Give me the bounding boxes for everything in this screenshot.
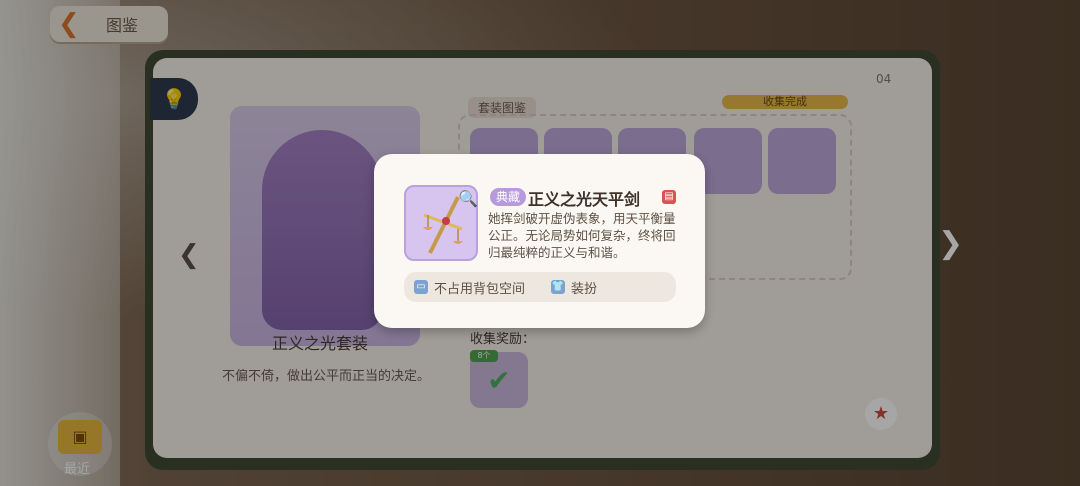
item-info-row: ▭ 不占用背包空间 👕 装扮 [404, 272, 676, 302]
item-description: 她挥剑破开虚伪表象，用天平衡量公正。无论局势如何复杂，终将回归最纯粹的正义与和谐… [488, 211, 676, 260]
info-storage: ▭ 不占用背包空间 [414, 278, 525, 297]
item-detail-popup: 🔍 典藏 正义之光天平剑 ▤ 她挥剑破开虚伪表象，用天平衡量公正。无论局势如何复… [374, 154, 705, 328]
rarity-tag: 典藏 [490, 188, 527, 206]
item-icon-frame: 🔍 [404, 185, 478, 261]
info-outfit-label: 装扮 [571, 281, 598, 297]
gift-icon[interactable]: ▤ [662, 190, 676, 204]
shirt-icon: 👕 [551, 280, 566, 294]
magnify-icon[interactable]: 🔍 [458, 189, 478, 209]
info-outfit: 👕 装扮 [551, 278, 597, 297]
backpack-icon: ▭ [414, 280, 428, 294]
info-storage-label: 不占用背包空间 [434, 281, 526, 297]
item-name: 正义之光天平剑 [528, 190, 641, 209]
